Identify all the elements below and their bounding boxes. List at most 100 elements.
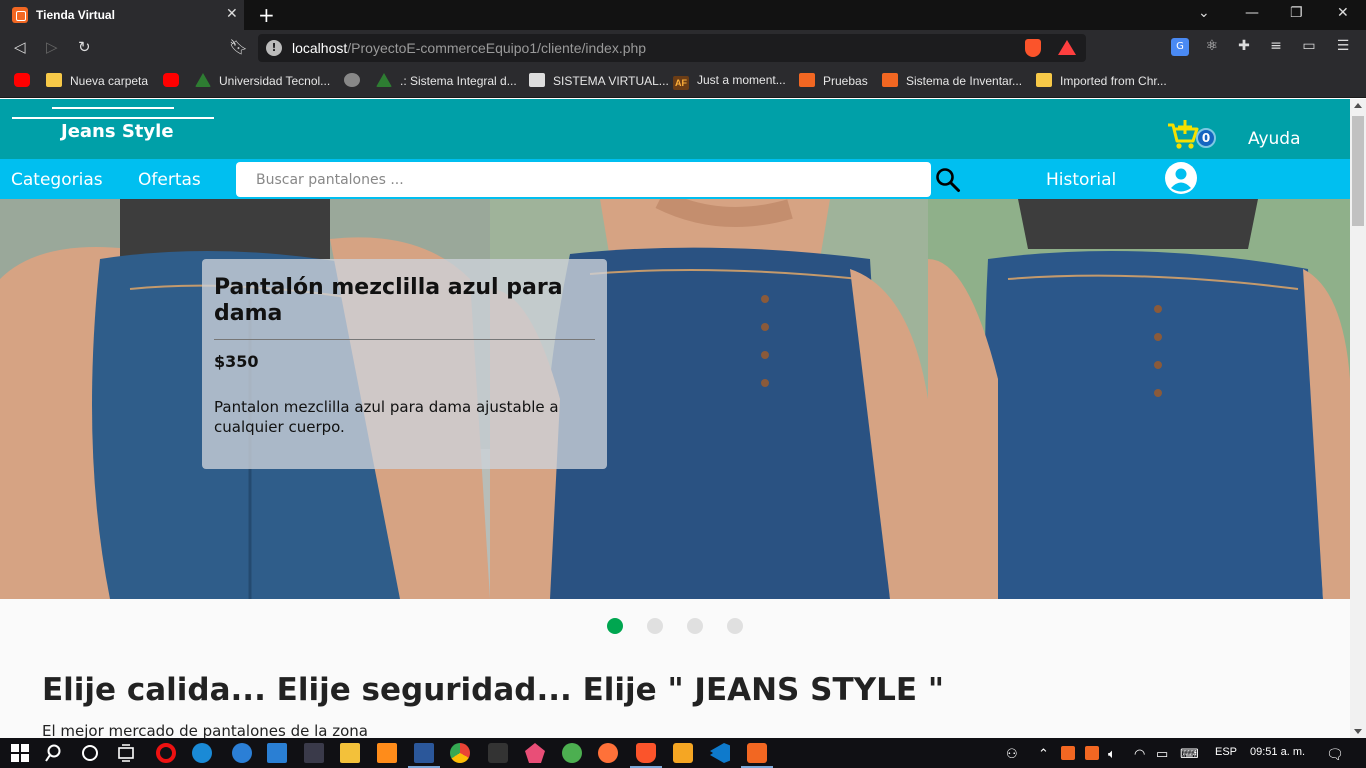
xampp-tray-icon[interactable] (1061, 746, 1075, 760)
search-icon[interactable] (935, 167, 961, 193)
battery-icon[interactable]: ▭ (1156, 746, 1168, 762)
volume-icon[interactable]: 🔈︎ (1108, 746, 1116, 762)
youtube-icon (14, 73, 30, 87)
offers-link[interactable]: Ofertas (138, 170, 201, 190)
scroll-down-icon[interactable] (1354, 729, 1362, 734)
site-header: Jeans Style 0 Ayuda (0, 99, 1350, 159)
bookmark-label: Imported from Chr... (1060, 74, 1167, 88)
address-bar[interactable]: ! localhost/ProyectoE-commerceEquipo1/cl… (258, 34, 1086, 62)
help-link[interactable]: Ayuda (1248, 129, 1301, 149)
scroll-up-icon[interactable] (1354, 103, 1362, 108)
carousel-dot-3[interactable] (687, 618, 703, 634)
task-view-icon[interactable] (116, 743, 136, 763)
clock[interactable]: 09:51 a. m. (1250, 746, 1305, 758)
cart-icon[interactable] (1166, 119, 1200, 151)
media-player-icon[interactable] (673, 743, 693, 763)
bookmark-item[interactable]: Imported from Chr... (1036, 73, 1167, 91)
scroll-thumb[interactable] (1352, 116, 1364, 226)
categories-link[interactable]: Categorias (11, 170, 103, 190)
new-tab-icon[interactable]: + (258, 3, 275, 27)
bookmark-item[interactable] (344, 73, 368, 91)
cortana-icon[interactable] (80, 743, 100, 763)
close-window-icon[interactable]: ✕ (1337, 5, 1349, 21)
product-carousel[interactable]: Pantalón mezclilla azul para dama $350 P… (0, 199, 1350, 599)
wifi-icon[interactable]: ◠ (1134, 746, 1145, 762)
chrome-icon[interactable] (450, 743, 470, 763)
forward-icon[interactable]: ▷ (46, 38, 58, 56)
word-icon[interactable] (408, 743, 440, 768)
app-icon[interactable] (488, 743, 508, 763)
browser-tab-active[interactable]: Tienda Virtual ✕ (0, 0, 244, 30)
app-icon[interactable] (562, 743, 582, 763)
vscode-icon[interactable] (710, 743, 730, 763)
brave-rewards-icon[interactable] (1058, 40, 1076, 55)
search-input[interactable] (236, 162, 931, 197)
history-link[interactable]: Historial (1046, 170, 1116, 190)
search-icon[interactable] (45, 743, 65, 763)
bookmark-item[interactable] (163, 73, 187, 91)
logo-decoration (12, 117, 214, 119)
close-tab-icon[interactable]: ✕ (226, 6, 238, 22)
wallet-icon[interactable]: ▭ (1300, 38, 1318, 56)
reload-icon[interactable]: ↻ (78, 38, 91, 56)
notifications-icon[interactable]: 🗨︎ (1326, 746, 1344, 763)
bookmark-item[interactable]: AF Just a moment... (673, 73, 786, 91)
opera-icon[interactable] (156, 743, 176, 763)
people-icon[interactable]: ⚇ (1006, 746, 1018, 762)
brave-icon[interactable] (630, 743, 662, 768)
bookmark-item[interactable]: .: Sistema Integral d... (376, 73, 517, 91)
keyboard-icon[interactable]: ⌨ (1180, 746, 1199, 762)
product-card[interactable]: Pantalón mezclilla azul para dama $350 P… (202, 259, 607, 469)
media-icon[interactable]: ≡ (1267, 38, 1285, 56)
internet-explorer-icon[interactable] (232, 743, 252, 763)
edge-icon[interactable] (192, 743, 212, 763)
tab-search-chevron-icon[interactable]: ⌄ (1198, 5, 1210, 21)
language-indicator[interactable]: ESP (1215, 746, 1237, 758)
url-host: localhost (292, 40, 348, 56)
firefox-icon[interactable] (598, 743, 618, 763)
mail-icon[interactable] (267, 743, 287, 763)
app-icon[interactable] (525, 743, 545, 763)
bookmark-item[interactable]: Nueva carpeta (46, 73, 148, 91)
product-image (928, 199, 1350, 599)
product-price: $350 (214, 352, 259, 371)
xampp-icon[interactable] (741, 743, 773, 768)
bookmark-item[interactable]: Universidad Tecnol... (195, 73, 330, 91)
store-icon[interactable] (304, 743, 324, 763)
sublime-text-icon[interactable] (377, 743, 397, 763)
site-logo[interactable]: Jeans Style (61, 121, 174, 142)
minimize-icon[interactable]: — (1245, 5, 1259, 21)
bookmark-item[interactable]: Pruebas (799, 73, 868, 91)
carousel-dot-1[interactable] (607, 618, 623, 634)
restore-icon[interactable]: ❐ (1290, 5, 1303, 21)
site-info-icon[interactable]: ! (266, 40, 282, 56)
bookmark-label: .: Sistema Integral d... (400, 74, 517, 88)
tray-chevron-icon[interactable]: ⌃ (1038, 746, 1049, 762)
file-explorer-icon[interactable] (340, 743, 360, 763)
back-icon[interactable]: ◁ (14, 38, 26, 56)
url-path: /ProyectoE-commerceEquipo1/cliente/index… (347, 40, 647, 56)
carousel-indicators (0, 618, 1350, 636)
browser-tab-strip: Tienda Virtual ✕ + ⌄ — ❐ ✕ (0, 0, 1366, 30)
extensions-icon[interactable]: ✚ (1235, 38, 1253, 56)
user-account-icon[interactable] (1164, 161, 1198, 195)
carousel-dot-2[interactable] (647, 618, 663, 634)
university-icon (195, 73, 211, 87)
page-scrollbar[interactable] (1350, 99, 1366, 738)
xampp-tray-icon[interactable] (1085, 746, 1099, 760)
logo-decoration (52, 107, 174, 109)
windows-start-icon[interactable] (10, 743, 30, 763)
bookmark-item[interactable]: SISTEMA VIRTUAL... (529, 73, 669, 91)
bookmark-item[interactable] (14, 73, 38, 91)
youtube-icon (163, 73, 179, 87)
product-title: Pantalón mezclilla azul para dama (214, 275, 563, 326)
bookmark-icon[interactable]: 🔖︎ (229, 38, 248, 56)
bookmark-label: SISTEMA VIRTUAL... (553, 74, 669, 88)
react-devtools-icon[interactable]: ⚛ (1203, 38, 1221, 56)
translate-icon[interactable]: G (1171, 38, 1189, 56)
windows-taskbar: ⚇ ⌃ 🔈︎ ◠ ▭ ⌨ ESP 09:51 a. m. 🗨︎ (0, 738, 1366, 768)
bookmark-item[interactable]: Sistema de Inventar... (882, 73, 1022, 91)
carousel-dot-4[interactable] (727, 618, 743, 634)
menu-icon[interactable]: ☰ (1334, 38, 1352, 56)
brave-shields-icon[interactable] (1025, 39, 1041, 57)
